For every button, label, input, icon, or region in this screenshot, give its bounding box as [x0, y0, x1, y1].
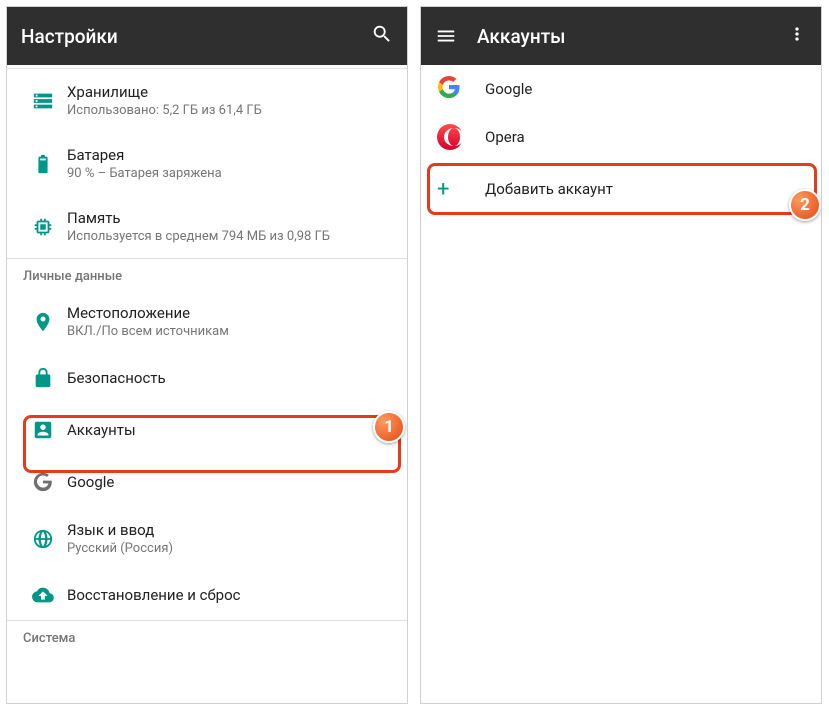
backup-icon: [19, 584, 67, 606]
security-title: Безопасность: [67, 369, 391, 387]
accounts-title: Аккаунты: [67, 421, 391, 439]
section-personal: Личные данные: [7, 259, 407, 290]
storage-sub: Использовано: 5,2 ГБ из 61,4 ГБ: [67, 103, 391, 118]
add-account-label: Добавить аккаунт: [485, 180, 613, 198]
accounts-screen: Аккаунты Google Opera: [420, 6, 822, 704]
google-g-icon: [19, 471, 67, 493]
security-item[interactable]: Безопасность: [7, 353, 407, 403]
battery-title: Батарея: [67, 146, 391, 164]
settings-appbar: Настройки: [7, 7, 407, 65]
google-color-icon: [437, 75, 461, 103]
lock-icon: [19, 367, 67, 389]
search-icon[interactable]: [371, 23, 393, 50]
account-google-label: Google: [485, 80, 532, 98]
battery-icon: [19, 153, 67, 175]
account-opera-label: Opera: [485, 128, 525, 146]
google-item[interactable]: Google: [7, 457, 407, 507]
language-title: Язык и ввод: [67, 521, 391, 539]
location-item[interactable]: Местоположение ВКЛ./По всем источникам: [7, 290, 407, 353]
overflow-icon[interactable]: [787, 24, 807, 49]
location-icon: [19, 311, 67, 333]
opera-icon: [437, 124, 463, 150]
backup-item[interactable]: Восстановление и сброс: [7, 570, 407, 620]
language-sub: Русский (Россия): [67, 541, 391, 556]
language-item[interactable]: Язык и ввод Русский (Россия): [7, 507, 407, 570]
battery-sub: 90 % – Батарея заряжена: [67, 166, 391, 181]
storage-title: Хранилище: [67, 83, 391, 101]
storage-item[interactable]: Хранилище Использовано: 5,2 ГБ из 61,4 Г…: [7, 69, 407, 132]
account-google[interactable]: Google: [421, 65, 821, 113]
storage-icon: [19, 90, 67, 112]
accounts-screen-title: Аккаунты: [477, 25, 565, 48]
account-icon: [19, 419, 67, 441]
backup-title: Восстановление и сброс: [67, 586, 391, 604]
battery-item[interactable]: Батарея 90 % – Батарея заряжена: [7, 132, 407, 195]
accounts-item[interactable]: Аккаунты: [7, 405, 407, 455]
memory-item[interactable]: Память Используется в среднем 794 МБ из …: [7, 195, 407, 258]
account-opera[interactable]: Opera: [421, 113, 821, 161]
memory-sub: Используется в среднем 794 МБ из 0,98 ГБ: [67, 229, 391, 244]
location-sub: ВКЛ./По всем источникам: [67, 324, 391, 339]
accounts-appbar: Аккаунты: [421, 7, 821, 65]
memory-icon: [19, 216, 67, 238]
globe-icon: [19, 528, 67, 550]
location-title: Местоположение: [67, 304, 391, 322]
badge-1: 1: [373, 411, 405, 443]
badge-2: 2: [789, 189, 821, 221]
settings-screen: Настройки Хранилище Использовано: 5,2 ГБ…: [6, 6, 408, 704]
section-system: Система: [7, 621, 407, 652]
google-title: Google: [67, 473, 391, 491]
settings-title: Настройки: [21, 25, 118, 48]
hamburger-icon[interactable]: [435, 25, 457, 47]
plus-icon: +: [437, 177, 449, 202]
memory-title: Память: [67, 209, 391, 227]
add-account[interactable]: + Добавить аккаунт: [421, 165, 821, 213]
